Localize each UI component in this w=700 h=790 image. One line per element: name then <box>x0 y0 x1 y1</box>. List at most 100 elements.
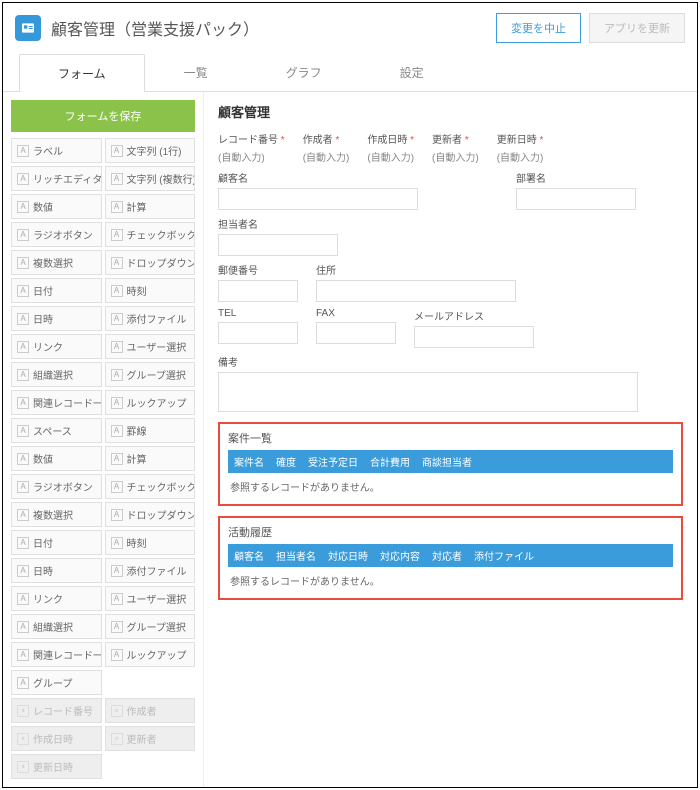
field-type-icon: A <box>111 593 123 605</box>
field-palette-item[interactable]: A 添付ファイル <box>105 306 196 331</box>
field-type-icon: A <box>111 285 123 297</box>
field-type-icon: A <box>17 509 29 521</box>
related-col-header: 対応者 <box>426 544 468 567</box>
field-type-label: ルックアップ <box>127 395 187 410</box>
field-palette-item[interactable]: Aラベル <box>11 138 102 163</box>
field-palette-item[interactable]: Aドロップダウン <box>105 250 196 275</box>
field-palette-item[interactable]: A 数値 <box>11 194 102 219</box>
field-type-label: ルックアップ <box>127 647 187 662</box>
label-email: メールアドレス <box>414 308 534 323</box>
field-palette-item[interactable]: A数値 <box>11 446 102 471</box>
field-type-icon: A <box>17 425 29 437</box>
field-type-label: 添付ファイル <box>127 311 187 326</box>
field-palette-item[interactable]: Aラジオボタン <box>11 474 102 499</box>
field-type-label: ラジオボタン <box>33 479 93 494</box>
related-col-header: 対応内容 <box>374 544 426 567</box>
related-records-deals[interactable]: 案件一覧 案件名確度受注予定日合計費用商談担当者 参照するレコードがありません。 <box>218 422 683 506</box>
label-address: 住所 <box>316 262 516 277</box>
field-type-icon: A <box>111 509 123 521</box>
field-palette-item[interactable]: A組織選択 <box>11 362 102 387</box>
field-palette-item[interactable]: A文字列 (複数行) <box>105 166 196 191</box>
field-palette-item[interactable]: Aラジオボタン <box>11 222 102 247</box>
field-palette-item[interactable]: A複数選択 <box>11 250 102 275</box>
field-palette-item[interactable]: Aリンク <box>11 334 102 359</box>
related-col-header: 対応日時 <box>322 544 374 567</box>
field-palette-item-system[interactable]: ▫更新日時 <box>11 754 102 779</box>
input-address[interactable] <box>316 280 516 302</box>
field-type-label: 時刻 <box>127 535 147 550</box>
field-palette-item[interactable]: A日付 <box>11 278 102 303</box>
field-palette-item[interactable]: A時刻 <box>105 278 196 303</box>
field-type-label: 文字列 (1行) <box>127 143 182 158</box>
field-palette-item[interactable]: Aユーザー選択 <box>105 586 196 611</box>
field-type-icon: A <box>17 201 29 213</box>
field-type-icon: A <box>111 229 123 241</box>
field-palette-item[interactable]: A日時 <box>11 306 102 331</box>
save-form-button[interactable]: フォームを保存 <box>11 100 195 132</box>
field-type-label: レコード番号 <box>33 703 93 718</box>
app-icon <box>15 15 41 41</box>
field-palette-item[interactable]: A関連レコード一覧 <box>11 390 102 415</box>
field-palette-item[interactable]: A複数選択 <box>11 502 102 527</box>
field-type-label: リッチエディター <box>33 171 102 186</box>
input-notes[interactable] <box>218 372 638 412</box>
tab-graph[interactable]: グラフ <box>247 53 361 91</box>
field-type-icon: A <box>111 341 123 353</box>
input-fax[interactable] <box>316 322 396 344</box>
field-palette-item[interactable]: Aルックアップ <box>105 642 196 667</box>
tab-settings[interactable]: 設定 <box>361 53 463 91</box>
field-palette-item[interactable]: A計算 <box>105 446 196 471</box>
label-postal: 郵便番号 <box>218 262 298 277</box>
field-type-label: リンク <box>33 339 63 354</box>
field-palette-item[interactable]: A組織選択 <box>11 614 102 639</box>
input-dept[interactable] <box>516 188 636 210</box>
sidebar: フォームを保存 AラベルA文字列 (1行)AリッチエディターA文字列 (複数行)… <box>3 92 203 787</box>
field-type-icon: A <box>111 537 123 549</box>
field-palette-item[interactable]: A日付 <box>11 530 102 555</box>
field-palette-item-system[interactable]: ▫レコード番号 <box>11 698 102 723</box>
field-type-label: 罫線 <box>127 423 147 438</box>
input-postal[interactable] <box>218 280 298 302</box>
field-palette-item[interactable]: A 時刻 <box>105 530 196 555</box>
field-palette-item[interactable]: Aルックアップ <box>105 390 196 415</box>
cancel-button[interactable]: 変更を中止 <box>496 13 581 43</box>
field-palette-item-system[interactable]: ▫作成日時 <box>11 726 102 751</box>
tab-form[interactable]: フォーム <box>19 54 145 92</box>
related-col-header: 案件名 <box>228 450 270 473</box>
input-customer[interactable] <box>218 188 418 210</box>
field-palette-item[interactable]: Aグループ選択 <box>105 614 196 639</box>
related-col-header: 添付ファイル <box>468 544 540 567</box>
input-email[interactable] <box>414 326 534 348</box>
field-palette-item[interactable]: Aリッチエディター <box>11 166 102 191</box>
tab-list[interactable]: 一覧 <box>145 53 247 91</box>
field-palette-item[interactable]: Aスペース <box>11 418 102 443</box>
field-palette-item[interactable]: Aチェックボックス <box>105 474 196 499</box>
related-empty-activity: 参照するレコードがありません。 <box>228 567 673 590</box>
input-contact[interactable] <box>218 234 338 256</box>
field-palette-item[interactable]: Aチェックボックス <box>105 222 196 247</box>
field-type-label: 数値 <box>33 199 53 214</box>
field-type-label: 日時 <box>33 563 53 578</box>
field-palette-item[interactable]: A文字列 (1行) <box>105 138 196 163</box>
field-palette-item[interactable]: Aグループ選択 <box>105 362 196 387</box>
field-palette-item[interactable]: A罫線 <box>105 418 196 443</box>
related-records-activity[interactable]: 活動履歴 顧客名担当者名対応日時対応内容対応者添付ファイル 参照するレコードがあ… <box>218 516 683 600</box>
field-palette-item-system[interactable]: ▫作成者 <box>105 698 196 723</box>
field-palette-item-system[interactable]: ▫更新者 <box>105 726 196 751</box>
field-type-label: ドロップダウン <box>127 507 196 522</box>
field-type-label: 関連レコード一覧 <box>33 395 102 410</box>
field-type-label: 文字列 (複数行) <box>127 171 196 186</box>
form-canvas: 顧客管理 レコード番号 *(自動入力)作成者 *(自動入力)作成日時 *(自動入… <box>203 92 697 787</box>
field-palette-item[interactable]: A日時 <box>11 558 102 583</box>
field-type-label: 複数選択 <box>33 255 73 270</box>
field-type-label: 日時 <box>33 311 53 326</box>
field-palette-item[interactable]: A添付ファイル <box>105 558 196 583</box>
input-tel[interactable] <box>218 322 298 344</box>
field-palette-item[interactable]: Aグループ <box>11 670 102 695</box>
field-palette-item[interactable]: A計算 <box>105 194 196 219</box>
field-palette-item[interactable]: A関連レコード一覧 <box>11 642 102 667</box>
field-palette-item[interactable]: Aユーザー選択 <box>105 334 196 359</box>
field-palette-item[interactable]: Aリンク <box>11 586 102 611</box>
field-type-icon: A <box>111 313 123 325</box>
field-palette-item[interactable]: A ドロップダウン <box>105 502 196 527</box>
